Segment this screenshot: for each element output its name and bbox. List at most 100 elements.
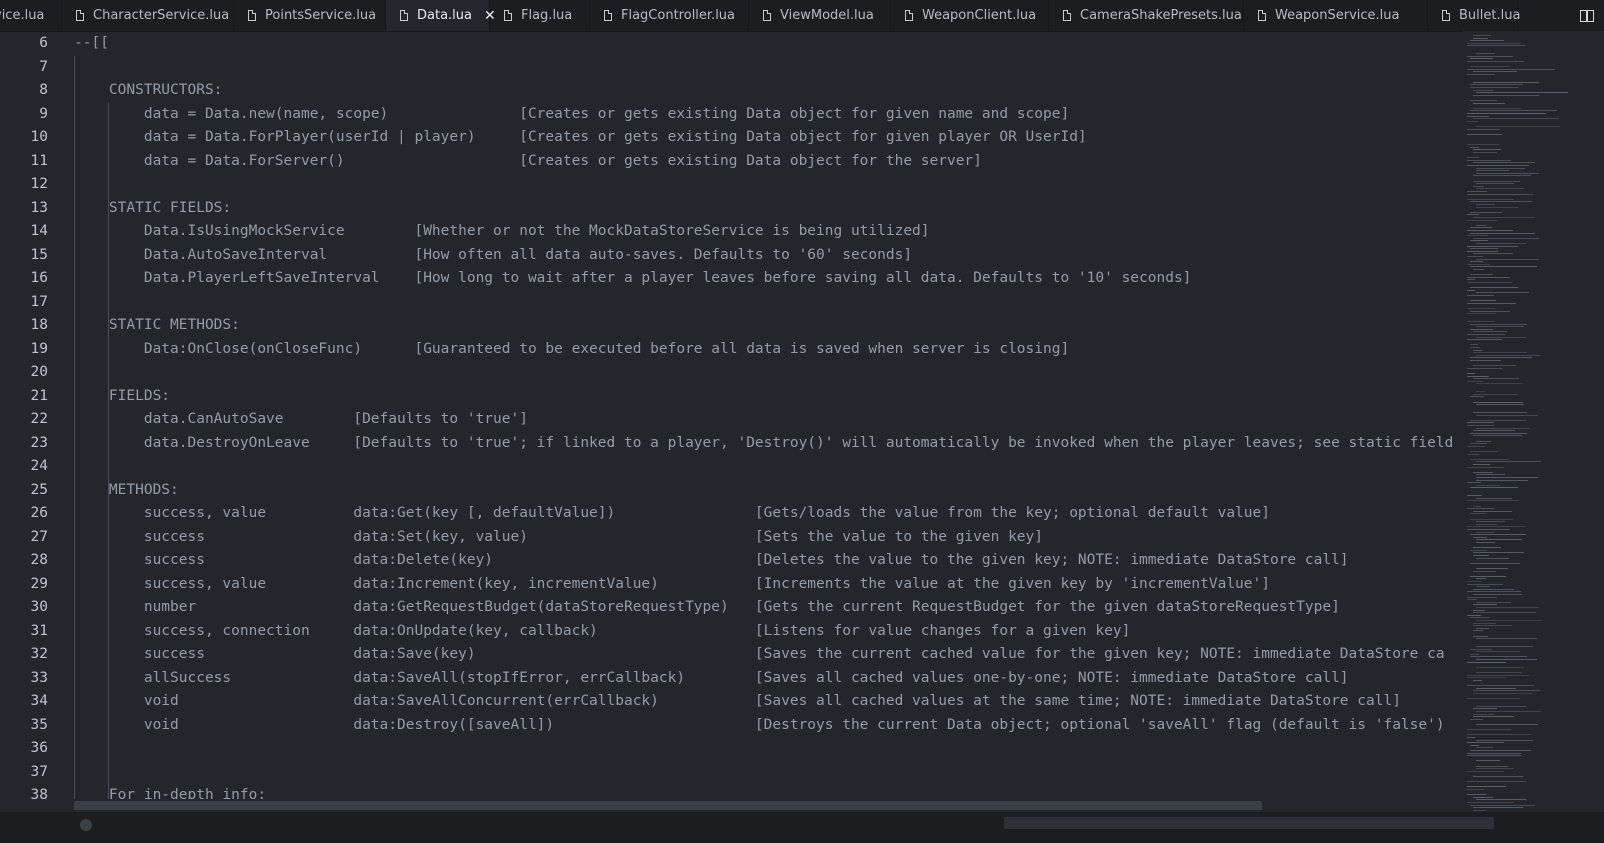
minimap-line [1470, 58, 1494, 60]
file-icon [1063, 10, 1071, 21]
minimap-line [1476, 167, 1525, 169]
minimap-line [1467, 263, 1490, 265]
minimap-line [1473, 175, 1531, 177]
line-number: 36 [30, 740, 48, 756]
minimap-line [1470, 653, 1480, 655]
minimap-line [1473, 253, 1513, 255]
minimap-line [1476, 336, 1526, 338]
minimap-line [1467, 339, 1503, 341]
code-area[interactable]: --[[ CONSTRUCTORS: data = Data.new(name,… [74, 31, 1463, 812]
minimap-line [1467, 55, 1513, 57]
minimap-line [1473, 692, 1532, 694]
minimap-line [1467, 289, 1476, 291]
split-layout-button[interactable] [1570, 0, 1604, 31]
tab-flag[interactable]: Flag.lua [490, 0, 590, 31]
line-number: 9 [39, 105, 48, 122]
file-icon [400, 10, 408, 21]
minimap-line [1467, 68, 1555, 70]
line-number: 37 [30, 763, 48, 780]
line-number: 18 [30, 317, 48, 333]
code-editor[interactable]: 6 7 8 9 10 11 12 13 14 15 16 17 18 19 20 21 22 23 24 25 26 27… [0, 31, 1463, 812]
code-line: data = Data.new(name, scope) [Creates or… [74, 105, 1070, 122]
minimap-line [1467, 159, 1512, 161]
tab-bullet[interactable]: Bullet.lua [1428, 0, 1520, 31]
minimap-line [1470, 419, 1526, 421]
minimap-line [1476, 568, 1509, 569]
minimap-line [1470, 518, 1514, 520]
line-number: 26 [30, 505, 48, 521]
minimap-line [1470, 443, 1487, 445]
minimap-line [1476, 711, 1542, 712]
minimap-line [1476, 440, 1491, 442]
line-number: 27 [30, 528, 48, 545]
line-number: 8 [39, 82, 48, 98]
line-number: 25 [30, 481, 48, 498]
minimap-line [1473, 393, 1518, 395]
minimap-line [1473, 555, 1490, 556]
tab-label: Data.lua [417, 8, 472, 23]
minimap-line [1467, 256, 1484, 257]
minimap-line [1470, 750, 1531, 751]
minimap-line [1467, 128, 1501, 130]
minimap-line [1470, 87, 1518, 88]
minimap-line [1473, 352, 1527, 354]
minimap-line [1473, 269, 1485, 270]
minimap-line [1473, 622, 1496, 624]
minimap-line [1476, 557, 1510, 559]
minimap-line [1476, 497, 1513, 499]
minimap-line [1476, 799, 1527, 801]
minimap-line [1467, 794, 1487, 796]
minimap-line [1467, 313, 1497, 315]
minimap-line [1476, 620, 1542, 621]
line-number: 24 [30, 458, 48, 474]
minimap-line [1470, 549, 1488, 551]
minimap-line [1467, 508, 1494, 510]
tab-weaponservice[interactable]: WeaponService.lua [1244, 0, 1428, 31]
tab-pointsservice[interactable]: PointsService.lua [234, 0, 386, 31]
tab-vice[interactable]: vice.lua [0, 0, 62, 31]
minimap-line [1467, 500, 1519, 502]
minimap-line [1473, 401, 1523, 403]
minimap-line [1473, 162, 1536, 164]
tab-data[interactable]: Data.lua ✕ [386, 0, 496, 31]
minimap-line [1470, 357, 1533, 359]
minimap-line [1467, 250, 1499, 252]
code-line: Data.PlayerLeftSaveInterval [How long to… [74, 270, 1192, 286]
minimap-line [1467, 770, 1504, 772]
minimap-line [1476, 768, 1515, 770]
file-icon [1442, 10, 1450, 21]
vertical-scrollbar[interactable] [1568, 31, 1604, 812]
line-number-gutter: 6 7 8 9 10 11 12 13 14 15 16 17 18 19 20 21 22 23 24 25 26 27… [0, 31, 56, 812]
tab-camerashakepresets[interactable]: CameraShakePresets.lua [1049, 0, 1244, 31]
minimap-line [1476, 521, 1506, 523]
file-icon [1258, 10, 1266, 21]
minimap-line [1467, 729, 1511, 731]
minimap-line [1473, 604, 1498, 606]
tab-characterservice[interactable]: CharacterService.lua [62, 0, 234, 31]
line-number: 31 [30, 622, 48, 639]
minimap-line [1467, 581, 1483, 582]
tab-weaponclient[interactable]: WeaponClient.lua [891, 0, 1049, 31]
horizontal-scrollbar-thumb[interactable] [74, 801, 1262, 810]
minimap-line [1467, 425, 1494, 426]
minimap-line [1473, 365, 1517, 367]
minimap-line [1467, 321, 1495, 322]
minimap-line [1467, 674, 1530, 676]
minimap-line [1470, 110, 1557, 112]
minimap-line [1476, 542, 1496, 543]
tab-viewmodel[interactable]: ViewModel.lua [749, 0, 891, 31]
minimap-line [1467, 755, 1522, 757]
minimap-line [1467, 737, 1476, 738]
minimap-line [1470, 487, 1518, 489]
line-number: 14 [30, 223, 48, 239]
minimap-line [1473, 690, 1541, 692]
file-icon [76, 10, 84, 21]
minimap-line [1470, 227, 1492, 229]
tab-flagcontroller[interactable]: FlagController.lua [590, 0, 749, 31]
code-line: success, value data:Increment(key, incre… [74, 575, 1270, 592]
minimap-line [1467, 42, 1520, 44]
minimap-line [1467, 734, 1532, 736]
minimap-line [1476, 484, 1500, 486]
minimap-line [1476, 672, 1523, 673]
minimap[interactable] [1463, 31, 1568, 812]
